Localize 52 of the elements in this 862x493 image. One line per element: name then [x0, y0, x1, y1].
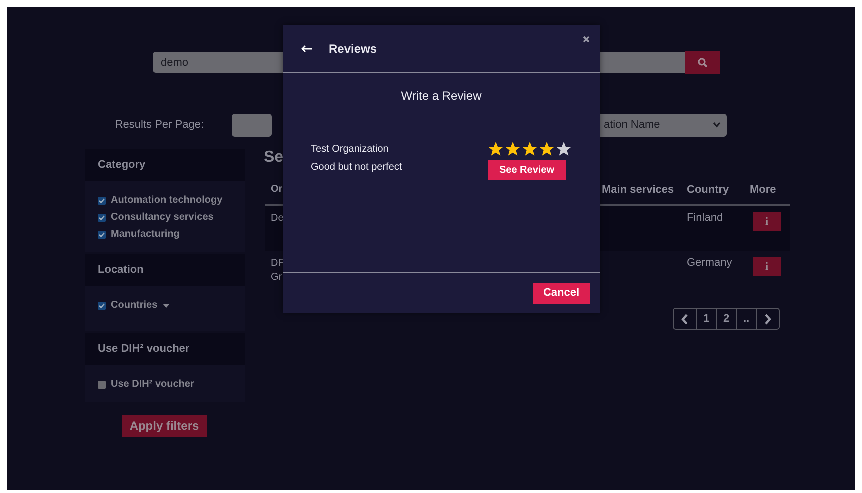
column-header: Country	[686, 184, 730, 196]
page-button[interactable]: ..	[736, 308, 757, 330]
page-button[interactable]: 2	[716, 308, 737, 330]
filter-option-label[interactable]: Countries	[111, 300, 158, 311]
close-button[interactable]	[583, 36, 590, 43]
filter-option-label[interactable]: Use DIH² voucher	[111, 379, 194, 390]
results-heading: Se	[264, 149, 284, 168]
organization-name: Test Organization	[311, 144, 390, 155]
info-button[interactable]: i	[753, 257, 781, 276]
star-icon	[522, 141, 538, 157]
back-button[interactable]	[301, 44, 313, 52]
chevron-left-icon	[681, 314, 689, 324]
star-icon	[505, 141, 521, 157]
star-icon	[556, 141, 572, 157]
checkbox[interactable]	[98, 302, 106, 310]
dialog-heading: Write a Review	[400, 89, 483, 103]
next-page-button[interactable]	[756, 308, 780, 330]
results-per-page-select[interactable]	[232, 114, 272, 136]
filter-section-title: Use DIH² voucher	[85, 333, 245, 365]
page-button[interactable]: 1	[696, 308, 717, 330]
chevron-right-icon	[764, 314, 772, 324]
checkbox[interactable]	[98, 196, 106, 204]
info-button[interactable]: i	[753, 212, 781, 231]
table-cell-text: Germany	[686, 257, 734, 271]
star-icon	[488, 141, 504, 157]
previous-page-button[interactable]	[673, 308, 697, 330]
search-icon	[698, 58, 708, 68]
caret-icon	[162, 304, 170, 308]
caret-icon	[713, 122, 721, 128]
checkbox[interactable]	[98, 230, 106, 238]
cancel-button[interactable]: Cancel	[533, 282, 590, 304]
checkbox[interactable]	[98, 380, 106, 388]
filter-option-label[interactable]: Manufacturing	[111, 229, 180, 240]
filter-section-title: Category	[85, 149, 245, 181]
filter-option-label[interactable]: Consultancy services	[111, 212, 214, 223]
see-review-button[interactable]: See Review	[488, 160, 566, 180]
search-button[interactable]	[685, 51, 720, 74]
column-header: Or	[270, 184, 284, 195]
column-header: More	[749, 184, 778, 196]
review-comment: Good but not perfect	[311, 162, 402, 173]
table-cell-text: Finland	[686, 212, 724, 226]
close-icon	[583, 36, 590, 43]
back-arrow-icon	[301, 44, 313, 52]
star-icon	[539, 141, 555, 157]
table-cell-text: De	[270, 212, 284, 226]
apply-filters-button[interactable]: Apply filters	[122, 415, 207, 437]
checkbox[interactable]	[98, 214, 106, 222]
filter-section-title: Location	[85, 254, 245, 286]
results-per-page-label: Results Per Page:	[114, 119, 205, 131]
filter-option-label[interactable]: Automation technology	[111, 195, 223, 206]
column-header: Main services	[601, 184, 676, 196]
dialog-title: Reviews	[329, 42, 378, 56]
